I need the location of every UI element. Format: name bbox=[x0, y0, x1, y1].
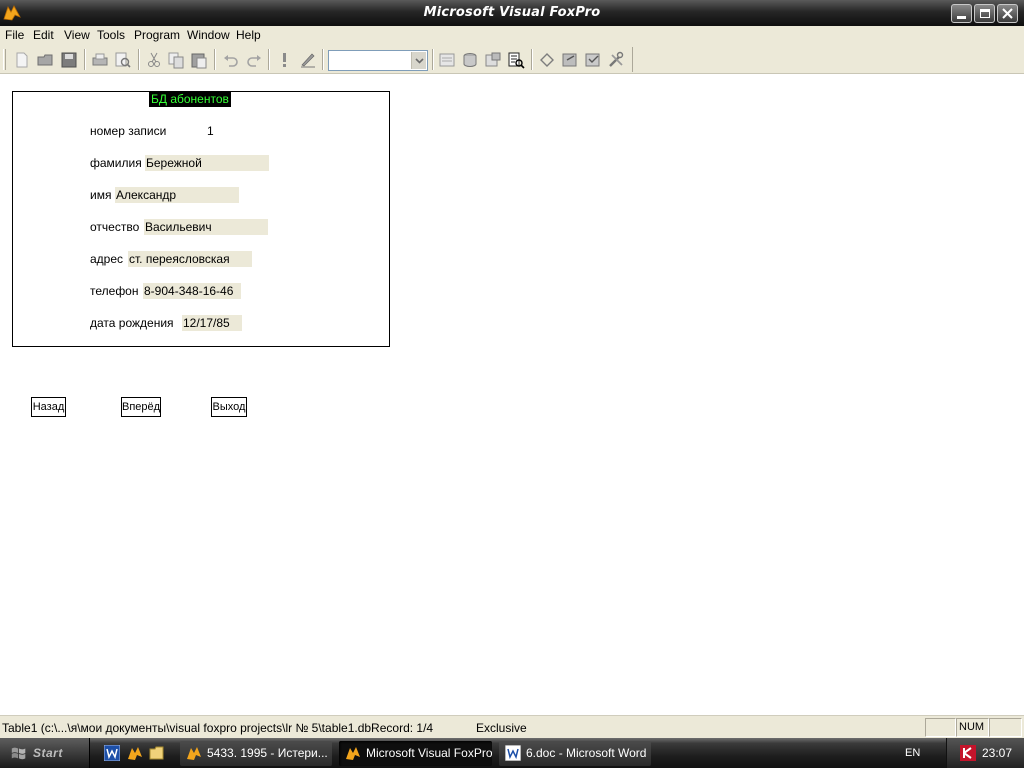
toolbar-end-divider bbox=[632, 47, 633, 72]
patronymic-field[interactable]: Васильевич bbox=[144, 219, 268, 235]
word-quicklaunch-icon[interactable] bbox=[104, 745, 120, 761]
address-field[interactable]: ст. переясловская bbox=[128, 251, 252, 267]
windows-flag-icon bbox=[11, 747, 26, 760]
name-field[interactable]: Александр bbox=[115, 187, 239, 203]
task-pane-icon[interactable] bbox=[560, 50, 580, 70]
window-title: Microsoft Visual FoxPro bbox=[423, 5, 601, 20]
record-number-label: номер записи bbox=[90, 124, 167, 138]
foxpro-fox-icon bbox=[346, 747, 360, 760]
birthdate-label: дата рождения bbox=[90, 316, 174, 330]
maximize-button[interactable] bbox=[974, 4, 995, 23]
taskbar-item-label: 6.doc - Microsoft Word bbox=[526, 746, 647, 760]
document-view-icon[interactable] bbox=[583, 50, 603, 70]
save-icon[interactable] bbox=[59, 50, 79, 70]
status-panel-scroll bbox=[989, 718, 1022, 737]
status-mode: Exclusive bbox=[476, 721, 527, 735]
modify-form-icon[interactable] bbox=[298, 50, 318, 70]
status-panel-caps bbox=[925, 718, 956, 737]
foxpro-quicklaunch-icon[interactable] bbox=[127, 745, 143, 761]
toolbar-separator bbox=[268, 49, 270, 70]
print-icon[interactable] bbox=[90, 50, 110, 70]
patronymic-label: отчество bbox=[90, 220, 140, 234]
taskbar-item-label: Microsoft Visual FoxPro bbox=[366, 746, 492, 760]
surname-label: фамилия bbox=[90, 156, 142, 170]
data-session-icon[interactable] bbox=[460, 50, 480, 70]
toolbar-combo[interactable] bbox=[328, 50, 428, 71]
code-references-icon[interactable] bbox=[506, 50, 526, 70]
toolbar-separator bbox=[138, 49, 140, 70]
print-preview-icon[interactable] bbox=[113, 50, 133, 70]
paste-icon[interactable] bbox=[189, 50, 209, 70]
toolbox-icon[interactable] bbox=[537, 50, 557, 70]
taskbar-item-word[interactable]: 6.doc - Microsoft Word bbox=[499, 741, 651, 766]
menu-view[interactable]: View bbox=[64, 28, 90, 42]
combo-dropdown-button[interactable] bbox=[411, 52, 426, 69]
undo-icon[interactable] bbox=[221, 50, 241, 70]
toolbar-separator bbox=[214, 49, 216, 70]
name-label: имя bbox=[90, 188, 112, 202]
menu-edit[interactable]: Edit bbox=[33, 28, 54, 42]
taskbar-item-label: 5433. 1995 - Истери... bbox=[207, 746, 328, 760]
menu-window[interactable]: Window bbox=[187, 28, 230, 42]
command-window-icon[interactable] bbox=[437, 50, 457, 70]
menu-bar: File Edit View Tools Program Window Help bbox=[0, 26, 1024, 45]
toolbar-separator bbox=[432, 49, 434, 70]
exit-button[interactable]: Выход bbox=[211, 397, 247, 417]
status-panel-num: NUM bbox=[956, 718, 989, 737]
kaspersky-icon[interactable] bbox=[960, 745, 976, 761]
back-button[interactable]: Назад bbox=[31, 397, 66, 417]
taskbar-item-book[interactable]: 5433. 1995 - Истери... bbox=[180, 741, 332, 766]
toolbar-grip[interactable] bbox=[3, 49, 6, 70]
database-designer-icon[interactable] bbox=[483, 50, 503, 70]
menu-program[interactable]: Program bbox=[134, 28, 180, 42]
system-clock[interactable]: 23:07 bbox=[982, 746, 1012, 760]
foxpro-document-icon bbox=[187, 747, 201, 760]
menu-tools[interactable]: Tools bbox=[97, 28, 125, 42]
status-bar: Table1 (c:\...\я\мои документы\visual fo… bbox=[0, 715, 1024, 738]
minimize-icon bbox=[957, 16, 966, 19]
start-label: Start bbox=[33, 746, 63, 760]
redo-icon[interactable] bbox=[244, 50, 264, 70]
close-button[interactable] bbox=[997, 4, 1018, 23]
new-file-icon[interactable] bbox=[12, 50, 32, 70]
copy-icon[interactable] bbox=[166, 50, 186, 70]
menu-file[interactable]: File bbox=[5, 28, 24, 42]
surname-field[interactable]: Бережной bbox=[145, 155, 269, 171]
foxpro-desktop: Microsoft Visual FoxPro File Edit View T… bbox=[0, 0, 1024, 768]
forward-button[interactable]: Вперёд bbox=[121, 397, 161, 417]
toolbar-separator bbox=[322, 49, 324, 70]
restore-icon bbox=[980, 9, 990, 18]
phone-label: телефон bbox=[90, 284, 139, 298]
title-bar[interactable]: Microsoft Visual FoxPro bbox=[0, 0, 1024, 26]
standard-toolbar bbox=[0, 45, 1024, 74]
toolbar-separator bbox=[84, 49, 86, 70]
properties-tools-icon[interactable] bbox=[606, 50, 626, 70]
toolbar-separator bbox=[531, 49, 533, 70]
birthdate-field[interactable]: 12/17/85 bbox=[182, 315, 242, 331]
status-table-path: Table1 (c:\...\я\мои документы\visual fo… bbox=[2, 721, 434, 735]
cut-icon[interactable] bbox=[144, 50, 164, 70]
word-document-icon bbox=[505, 745, 521, 761]
run-icon[interactable] bbox=[274, 50, 294, 70]
menu-help[interactable]: Help bbox=[236, 28, 261, 42]
address-label: адрес bbox=[90, 252, 124, 266]
taskbar: Start 5433. 1995 - Истери... Microsoft V… bbox=[0, 738, 1024, 768]
open-folder-icon[interactable] bbox=[36, 50, 56, 70]
close-icon bbox=[1002, 8, 1013, 19]
taskbar-item-foxpro[interactable]: Microsoft Visual FoxPro bbox=[339, 741, 492, 766]
language-indicator[interactable]: EN bbox=[905, 747, 920, 759]
minimize-button[interactable] bbox=[951, 4, 972, 23]
phone-field[interactable]: 8-904-348-16-46 bbox=[143, 283, 241, 299]
folder-quicklaunch-icon[interactable] bbox=[149, 745, 165, 761]
form-title: БД абонентов bbox=[149, 92, 231, 107]
record-number-value: 1 bbox=[207, 124, 214, 138]
num-lock-indicator: NUM bbox=[959, 721, 985, 733]
start-button[interactable]: Start bbox=[0, 738, 90, 768]
chevron-down-icon bbox=[415, 58, 424, 64]
